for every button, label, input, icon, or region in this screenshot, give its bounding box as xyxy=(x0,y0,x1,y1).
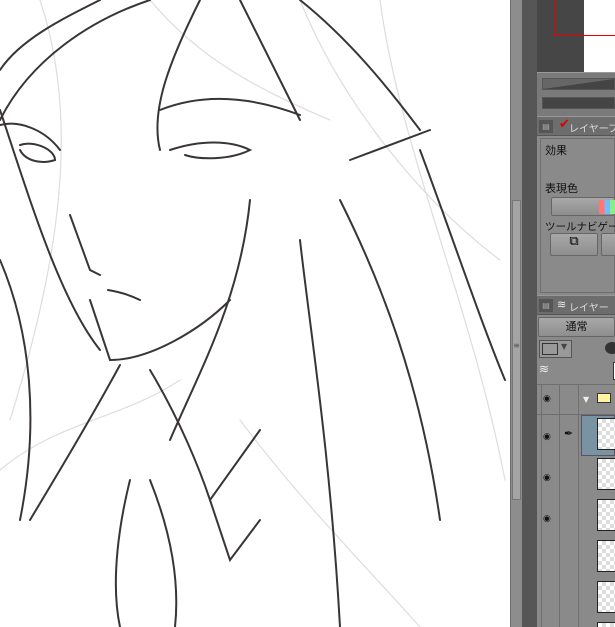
eye-icon[interactable]: ◉ xyxy=(543,394,551,404)
panel-menu-icon[interactable]: ▤ xyxy=(539,120,553,133)
right-panel: ▤ ✔ レイヤープ 効果 表現色 ツールナビゲー ⧉ ▤ ≋ レイヤー 通常 ▼… xyxy=(537,0,615,627)
pen-edit-icon: ✒ xyxy=(564,427,574,440)
expression-color-label: 表現色 xyxy=(545,182,578,195)
panel-menu-icon[interactable]: ▤ xyxy=(539,299,553,312)
cube-cursor-icon: ⧉ xyxy=(569,234,579,249)
drawing-canvas[interactable] xyxy=(0,0,510,627)
panel-divider xyxy=(522,0,537,627)
layer-thumbnail xyxy=(597,499,615,531)
rotate-slider[interactable] xyxy=(542,97,615,109)
layer-thumbnail xyxy=(597,581,615,613)
tool-navigator-label: ツールナビゲー xyxy=(545,221,615,233)
layer-thumbnail xyxy=(597,458,615,490)
layer-row-folder[interactable]: ◉ ▼ xyxy=(537,385,615,415)
vertical-scrollbar[interactable]: ≡ xyxy=(510,0,522,627)
navigator-preview[interactable] xyxy=(537,0,615,72)
eye-icon[interactable]: ◉ xyxy=(543,432,551,442)
eye-icon[interactable]: ◉ xyxy=(543,514,551,524)
layer-list: ◉ ▼ ◉ ✒ ◉ ◉ xyxy=(537,384,615,627)
folder-icon xyxy=(597,393,611,403)
color-square-icon xyxy=(542,343,558,355)
layers-icon: ≋ xyxy=(557,298,567,311)
navigator-sliders xyxy=(537,72,615,116)
scrollbar-thumb[interactable]: ≡ xyxy=(512,200,521,500)
effect-label: 効果 xyxy=(545,144,567,157)
tool-navigator-button[interactable]: ⧉ xyxy=(550,233,598,256)
layer-stack-icon: ≋ xyxy=(539,362,550,376)
layer-thumbnail xyxy=(597,418,615,450)
blend-mode-value: 通常 xyxy=(565,320,588,333)
layer-thumbnail xyxy=(597,540,615,572)
color-swatch-icon xyxy=(599,200,615,214)
expand-triangle-icon[interactable]: ▼ xyxy=(583,395,589,404)
layer-property-header: ▤ ✔ レイヤープ xyxy=(537,116,615,136)
layer-thumbnail xyxy=(597,622,615,627)
expression-color-button[interactable] xyxy=(551,197,615,216)
chevron-down-icon: ▼ xyxy=(561,342,568,351)
eye-icon[interactable]: ◉ xyxy=(543,473,551,483)
zoom-slider[interactable] xyxy=(542,78,615,90)
layer-panel-header: ▤ ≋ レイヤー xyxy=(537,295,615,315)
panel-title: レイヤープ xyxy=(569,124,615,135)
sketch-artwork xyxy=(0,0,506,627)
tool-navigator-button-2[interactable] xyxy=(601,233,615,256)
opacity-icon xyxy=(605,342,615,354)
blend-mode-dropdown[interactable]: 通常 xyxy=(538,317,615,337)
navigator-view-rect[interactable] xyxy=(554,0,615,36)
layer-color-select[interactable]: ▼ xyxy=(539,340,572,358)
panel-title: レイヤー xyxy=(569,303,609,314)
